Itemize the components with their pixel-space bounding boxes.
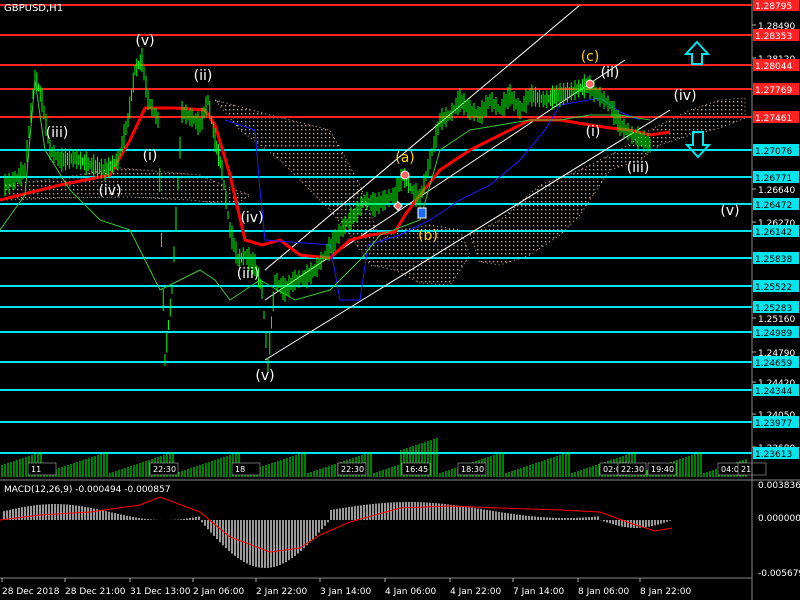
price-scale-label: 1.26640 — [758, 186, 795, 196]
price-tag-label: 1.28795 — [755, 2, 792, 12]
session-mark-label: 19:40 — [651, 465, 674, 474]
price-chart[interactable]: 11 22:30 18 22:30 16:45 18:30 02:0122:30 19:40 0… — [0, 0, 800, 600]
wave-label: (v) — [255, 368, 274, 384]
price-tag-label: 1.28353 — [755, 32, 792, 42]
wave-label: (i) — [586, 124, 601, 140]
macd-title: MACD(12,26,9) -0.000494 -0.000857 — [4, 485, 171, 495]
time-axis-label: 7 Jan 14:00 — [513, 587, 565, 597]
pivot-marker — [400, 170, 410, 180]
price-tag-label: 1.23977 — [755, 419, 792, 429]
macd-scale-label: 0.000000 — [758, 514, 800, 524]
price-tag-label: 1.25522 — [755, 283, 792, 293]
price-tag-label: 1.27769 — [755, 86, 792, 96]
pivot-marker — [417, 207, 427, 219]
price-tag-label: 1.28044 — [755, 62, 792, 72]
time-axis-label: 28 Dec 2018 — [2, 587, 60, 597]
wave-label: (iii) — [46, 125, 69, 141]
wave-label: (v) — [720, 203, 739, 219]
price-tag-label: 1.24344 — [755, 387, 792, 397]
time-axis-label: 3 Jan 14:00 — [320, 587, 372, 597]
price-tag-label: 1.27461 — [755, 114, 792, 124]
time-axis-label: 8 Jan 22:00 — [640, 587, 692, 597]
price-tag-label: 1.23613 — [755, 450, 792, 460]
price-tag-label: 1.25838 — [755, 255, 792, 265]
wave-label: (c) — [581, 49, 600, 65]
session-mark-label: 22:30 — [621, 465, 644, 474]
price-tag-label: 1.26472 — [755, 201, 792, 211]
wave-label: (b) — [418, 228, 438, 244]
time-axis-label: 4 Jan 06:00 — [385, 587, 437, 597]
session-mark-label: 11 — [31, 465, 41, 474]
wave-label: (ii) — [601, 65, 620, 81]
macd-scale-label: 0.003836 — [758, 481, 800, 491]
macd-scale-label: -0.005679 — [758, 569, 800, 579]
time-axis-label: 8 Jan 06:00 — [578, 587, 630, 597]
chart-symbol-title: GBPUSD,H1 — [4, 3, 64, 14]
wave-label: (iv) — [98, 183, 121, 199]
session-mark-label: 18:30 — [461, 465, 484, 474]
session-mark-label: 16:45 — [405, 465, 428, 474]
wave-label: (i) — [143, 148, 158, 164]
wave-label: (a) — [395, 150, 415, 166]
time-axis-label: 2 Jan 22:00 — [256, 587, 308, 597]
price-tag-label: 1.26142 — [755, 228, 792, 238]
time-axis-label: 4 Jan 22:00 — [450, 587, 502, 597]
time-axis-label: 28 Dec 21:00 — [65, 587, 126, 597]
wave-label: (iv) — [673, 88, 696, 104]
session-mark-label: 18 — [235, 465, 245, 474]
price-tag-label: 1.27076 — [755, 147, 792, 157]
time-axis-label: 31 Dec 13:00 — [130, 587, 191, 597]
price-tag-label: 1.24659 — [755, 359, 792, 369]
price-scale-label: 1.25160 — [758, 315, 795, 325]
wave-label: (iii) — [237, 266, 260, 282]
pivot-marker — [585, 79, 595, 89]
time-axis-label: 2 Jan 06:00 — [193, 587, 245, 597]
price-tag-label: 1.24989 — [755, 329, 792, 339]
wave-label: (ii) — [194, 68, 213, 84]
session-mark-label: 22:30 — [341, 465, 364, 474]
wave-label: (iii) — [627, 160, 650, 176]
price-tag-label: 1.25283 — [755, 304, 792, 314]
session-mark-label: 21 — [741, 465, 751, 474]
price-tag-label: 1.26771 — [755, 174, 792, 184]
wave-label: (v) — [135, 33, 154, 49]
session-mark-label: 22:30 — [153, 465, 176, 474]
wave-label: (iv) — [240, 210, 263, 226]
